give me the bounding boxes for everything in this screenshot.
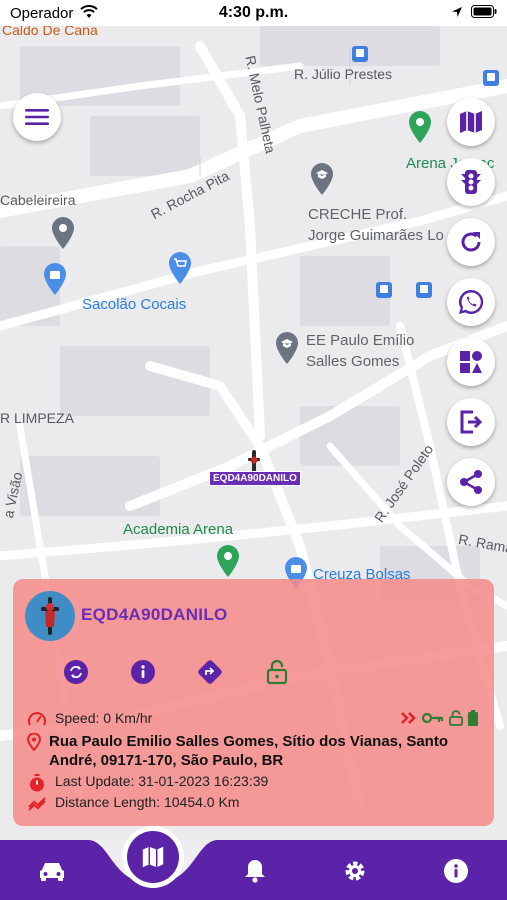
battery-icon (471, 5, 497, 23)
map-label-cabeleireira: Cabeleireira (0, 192, 76, 208)
distance-row: Distance Length: 10454.0 Km (27, 794, 239, 811)
info-icon (131, 660, 155, 684)
menu-button[interactable] (13, 93, 61, 141)
map-label-sacolao: Sacolão Cocais (82, 296, 187, 313)
map-label-creche-2: Jorge Guimarães Lo (308, 227, 444, 244)
place-pin-icon[interactable] (50, 216, 76, 250)
double-chevron-icon (401, 712, 416, 724)
lock-status-icon (449, 710, 463, 726)
map-label-julio-prestes: R. Júlio Prestes (294, 66, 393, 82)
refresh-button[interactable] (447, 218, 495, 266)
map-label-ee-1: EE Paulo Emílio (306, 332, 415, 349)
map-label-creche-1: CRECHE Prof. (308, 206, 408, 223)
bus-stop-icon (416, 282, 432, 298)
logout-icon (460, 410, 483, 434)
bell-icon (245, 860, 265, 883)
sync-icon (64, 660, 88, 684)
location-arrow-icon (451, 5, 463, 23)
card-actions (63, 659, 290, 685)
traffic-light-icon (461, 170, 481, 194)
clock: 4:30 p.m. (218, 4, 289, 21)
refresh-icon (461, 232, 481, 252)
share-button[interactable] (447, 458, 495, 506)
bus-stop-icon (352, 46, 368, 62)
distance-chart-icon (27, 794, 47, 811)
vehicle-map-tag[interactable]: EQD4A90DANILO (209, 471, 301, 486)
motorbike-icon (41, 597, 59, 635)
location-pin-icon[interactable] (407, 110, 433, 144)
map-icon (142, 846, 164, 868)
school-pin-icon[interactable] (309, 162, 335, 196)
map-type-button[interactable] (447, 98, 495, 146)
map-label-academia: Academia Arena (123, 521, 234, 538)
shop-pin-icon[interactable] (42, 262, 68, 296)
school-pin-icon[interactable] (274, 331, 300, 365)
map-label-caldo: Caldo De Cana (2, 26, 98, 38)
status-bar: Operador 4:30 p.m. (0, 0, 507, 26)
share-icon (460, 470, 482, 494)
whatsapp-icon (458, 289, 484, 314)
info-icon (444, 859, 468, 883)
dashboard-icon (460, 351, 482, 373)
traffic-button[interactable] (447, 158, 495, 206)
ignition-key-icon (422, 712, 444, 724)
distance-text: Distance Length: 10454.0 Km (55, 794, 240, 810)
side-action-buttons (447, 98, 495, 506)
hamburger-menu-icon (25, 109, 49, 125)
speed-text: Speed: 0 Km/hr (55, 710, 153, 726)
speed-row: Speed: 0 Km/hr (27, 710, 152, 727)
bus-stop-icon (483, 70, 499, 86)
nav-map[interactable] (127, 831, 179, 883)
vehicle-name: EQD4A90DANILO (81, 605, 228, 624)
vehicle-info-card[interactable]: EQD4A90DANILO Speed: 0 Km/hr Rua Paulo E… (13, 579, 494, 826)
logout-button[interactable] (447, 398, 495, 446)
nav-info[interactable] (441, 856, 471, 886)
info-button[interactable] (130, 659, 156, 685)
last-update-text: Last Update: 31-01-2023 16:23:39 (55, 773, 269, 789)
stopwatch-icon (27, 773, 47, 792)
map-label-ee-2: Salles Gomes (306, 353, 400, 370)
battery-status-icon (468, 710, 478, 726)
dashboard-button[interactable] (447, 338, 495, 386)
nav-vehicles[interactable] (37, 856, 67, 886)
bottom-navigation (0, 831, 507, 900)
address-text: Rua Paulo Emilio Salles Gomes, Sítio dos… (49, 733, 449, 769)
directions-icon (198, 660, 222, 684)
bus-stop-icon (376, 282, 392, 298)
address-row: Rua Paulo Emilio Salles Gomes, Sítio dos… (27, 732, 457, 770)
map-label-limpeza: R LIMPEZA (0, 410, 74, 426)
lock-button[interactable] (264, 659, 290, 685)
vehicle-status-icons (401, 710, 478, 726)
lock-open-icon (266, 659, 288, 685)
nav-settings[interactable] (340, 856, 370, 886)
map-icon (460, 111, 482, 133)
cart-pin-icon[interactable] (167, 251, 193, 285)
last-update-row: Last Update: 31-01-2023 16:23:39 (27, 773, 268, 792)
speedometer-icon (27, 710, 47, 727)
sync-button[interactable] (63, 659, 89, 685)
location-marker-icon (27, 732, 41, 751)
vehicle-avatar (25, 591, 75, 641)
gear-icon (345, 861, 365, 881)
directions-button[interactable] (197, 659, 223, 685)
car-icon (40, 863, 64, 881)
location-pin-icon[interactable] (215, 544, 241, 578)
whatsapp-button[interactable] (447, 278, 495, 326)
nav-notifications[interactable] (240, 856, 270, 886)
